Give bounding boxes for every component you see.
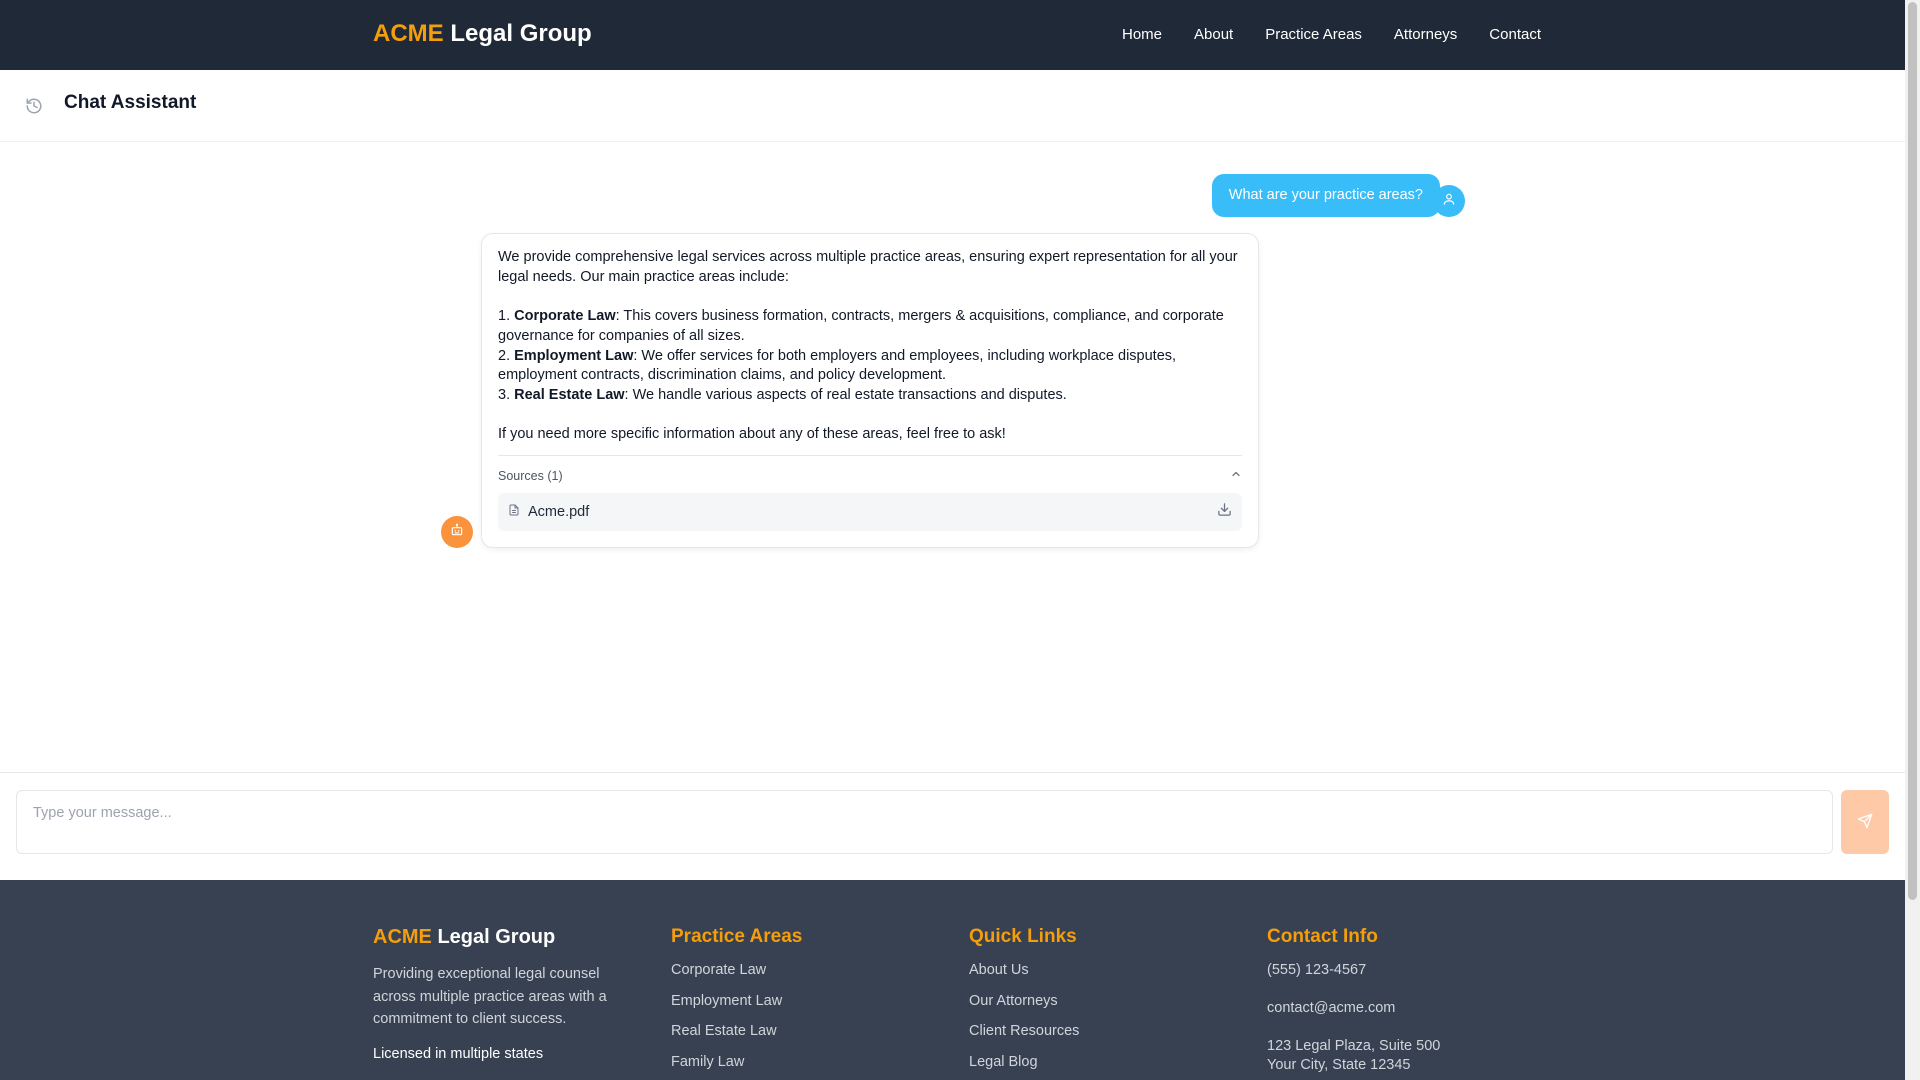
footer-quick-title: Quick Links — [969, 926, 1077, 947]
footer-practice-title: Practice Areas — [671, 926, 803, 947]
assistant-outro: If you need more specific information ab… — [498, 426, 1006, 443]
message-input[interactable] — [16, 790, 1833, 854]
user-icon — [1442, 192, 1456, 211]
brand-accent: ACME — [373, 20, 444, 47]
nav-home[interactable]: Home — [1122, 26, 1162, 43]
footer-link-client-resources[interactable]: Client Resources — [969, 1023, 1079, 1054]
footer-address-line2: Your City, State 12345 — [1267, 1057, 1411, 1073]
brand-rest: Legal Group — [443, 20, 592, 47]
footer-practice-areas: Practice Areas Corporate Law Employment … — [671, 926, 802, 1080]
footer-contact: Contact Info (555) 123-4567 contact@acme… — [1267, 926, 1440, 1073]
user-avatar — [1433, 185, 1465, 217]
footer-address-line1: 123 Legal Plaza, Suite 500 — [1267, 1038, 1441, 1054]
footer-link-about-us[interactable]: About Us — [969, 962, 1079, 993]
history-icon[interactable] — [25, 97, 43, 115]
footer-email[interactable]: contact@acme.com — [1267, 1000, 1440, 1030]
assistant-message-text: We provide comprehensive legal services … — [498, 248, 1242, 445]
footer-licensed: Licensed in multiple states — [373, 1045, 544, 1062]
file-icon — [508, 504, 520, 520]
nav-about[interactable]: About — [1194, 26, 1233, 43]
footer-link-corporate-law[interactable]: Corporate Law — [671, 962, 802, 993]
main-nav: Home About Practice Areas Attorneys Cont… — [1122, 26, 1541, 43]
footer-link-family-law[interactable]: Family Law — [671, 1054, 802, 1080]
nav-contact[interactable]: Contact — [1489, 26, 1541, 43]
nav-practice-areas[interactable]: Practice Areas — [1265, 26, 1362, 43]
chevron-up-icon[interactable] — [1230, 468, 1242, 483]
nav-attorneys[interactable]: Attorneys — [1394, 26, 1457, 43]
sources-toggle[interactable]: Sources (1) — [498, 468, 1242, 483]
scrollbar-thumb[interactable] — [1908, 2, 1917, 900]
message-composer — [0, 772, 1905, 880]
send-icon — [1857, 813, 1873, 832]
footer-contact-title: Contact Info — [1267, 926, 1378, 947]
bot-avatar — [441, 516, 473, 548]
page-scrollbar[interactable] — [1905, 0, 1920, 1080]
footer: ACME Legal Group Providing exceptional l… — [0, 880, 1905, 1080]
footer-link-our-attorneys[interactable]: Our Attorneys — [969, 993, 1079, 1024]
footer-link-employment-law[interactable]: Employment Law — [671, 993, 802, 1024]
footer-quick-links: Quick Links About Us Our Attorneys Clien… — [969, 926, 1079, 1080]
sources-label: Sources (1) — [498, 468, 563, 483]
send-button[interactable] — [1841, 790, 1889, 854]
footer-link-real-estate-law[interactable]: Real Estate Law — [671, 1023, 802, 1054]
practice-item: 1. Corporate Law: This covers business f… — [498, 308, 1224, 344]
chat-title: Chat Assistant — [64, 92, 197, 113]
footer-brand: ACME Legal Group — [373, 926, 556, 948]
sources-section: Sources (1) Acme.pdf — [498, 455, 1242, 531]
footer-description: Providing exceptional legal counsel acro… — [373, 966, 607, 1027]
brand-logo[interactable]: ACME Legal Group — [373, 20, 592, 48]
source-file[interactable]: Acme.pdf — [498, 493, 1242, 531]
download-icon[interactable] — [1217, 502, 1232, 522]
assistant-message: We provide comprehensive legal services … — [481, 233, 1259, 548]
assistant-intro: We provide comprehensive legal services … — [498, 249, 1238, 285]
chat-header: Chat Assistant — [0, 70, 1905, 142]
source-filename: Acme.pdf — [528, 504, 590, 520]
footer-phone[interactable]: (555) 123-4567 — [1267, 962, 1440, 1000]
footer-about: ACME Legal Group Providing exceptional l… — [373, 926, 628, 1062]
footer-link-legal-blog[interactable]: Legal Blog — [969, 1054, 1079, 1080]
practice-item: 2. Employment Law: We offer services for… — [498, 347, 1177, 384]
user-message: What are your practice areas? — [1211, 174, 1440, 217]
practice-item: 3. Real Estate Law: We handle various as… — [498, 386, 1067, 403]
bot-icon — [450, 523, 464, 542]
top-nav: ACME Legal Group Home About Practice Are… — [0, 0, 1905, 70]
